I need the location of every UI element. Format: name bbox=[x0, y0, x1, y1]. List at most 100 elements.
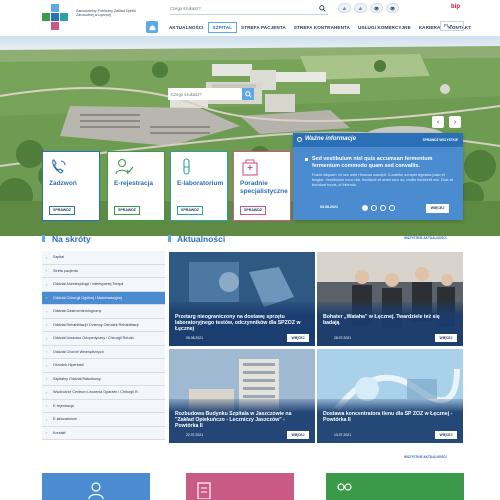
slider-dot[interactable] bbox=[380, 205, 386, 211]
chevron-right-icon: › bbox=[46, 308, 48, 314]
slider-dots bbox=[362, 205, 395, 211]
shortcut-item[interactable]: › Wschodnie Centrum Leczenia Oparzeń i Ch… bbox=[42, 386, 165, 400]
info-title: Ważne informacje bbox=[305, 136, 356, 142]
test-tube-icon bbox=[183, 158, 190, 175]
tile-label: Zadzwoń bbox=[49, 180, 77, 187]
nav-aktualnosci[interactable]: AKTUALNOŚCI bbox=[165, 22, 208, 33]
nav-strefa-pacjenta[interactable]: STREFA PACJENTA bbox=[237, 22, 290, 33]
shortcut-item[interactable]: › Oddział Urazowo-Ortopedyczny i Chirurgi… bbox=[42, 332, 165, 346]
clinic-building-icon bbox=[242, 159, 258, 176]
phone-icon bbox=[52, 159, 66, 174]
shortcut-item[interactable]: › Szpitalny Oddział Ratunkowy bbox=[42, 372, 165, 386]
tile-check-button[interactable]: SPRAWDŹ bbox=[240, 206, 266, 215]
home-icon[interactable] bbox=[146, 21, 158, 33]
news-card[interactable]: Bohater „Wataha” w Łęcznej. Twardziele t… bbox=[317, 252, 463, 346]
logo-text[interactable]: Samodzielny Publiczny Zakład Opieki Zdro… bbox=[76, 9, 146, 18]
shortcuts-title: Na skróty bbox=[52, 234, 91, 244]
slider-dot[interactable] bbox=[362, 205, 368, 211]
language-value: PL bbox=[444, 23, 449, 28]
shortcut-item[interactable]: › Ośrodek Hiperbarii bbox=[42, 359, 165, 373]
logo-icon[interactable] bbox=[42, 4, 68, 30]
tile-check-button[interactable]: SPRAWDŹ bbox=[177, 206, 203, 215]
nav-uslugi-komercyjne[interactable]: USŁUGI KOMERCYJNE bbox=[354, 22, 415, 33]
shortcut-item[interactable]: › Strefa pacjenta bbox=[42, 264, 165, 278]
font-size-large-icon[interactable]: A bbox=[354, 3, 367, 13]
chevron-right-icon: › bbox=[46, 335, 48, 341]
card-more-button[interactable]: WIĘCEJ bbox=[435, 334, 457, 342]
slider-dot[interactable] bbox=[389, 205, 395, 211]
search-icon[interactable] bbox=[242, 88, 254, 100]
shortcut-item[interactable]: › Kontakt bbox=[42, 426, 165, 440]
tile-label: E-rejestracja bbox=[114, 180, 154, 187]
section-accent bbox=[168, 235, 171, 242]
chevron-right-icon: › bbox=[46, 362, 48, 368]
font-size-icon[interactable]: A bbox=[338, 3, 351, 13]
chevron-right-icon: › bbox=[46, 322, 48, 328]
tile-e-laboratorium[interactable]: E-laboratorium SPRAWDŹ bbox=[170, 151, 228, 221]
news-card[interactable]: Rozbudowa Budynku Szpitala w Jaszczowie … bbox=[169, 349, 315, 443]
language-select[interactable]: PL ▾ bbox=[440, 21, 464, 31]
chevron-right-icon: › bbox=[46, 349, 48, 355]
shortcut-item[interactable]: › E-laboratorium bbox=[42, 413, 165, 427]
slider-dot[interactable] bbox=[371, 205, 377, 211]
news-all-link[interactable]: WSZYSTKIE AKTUALNOŚCI bbox=[404, 236, 447, 240]
slider-next-icon[interactable]: › bbox=[449, 116, 461, 128]
info-lead: Sed vestibulum nisl quis accumsan fermen… bbox=[312, 156, 433, 169]
shortcut-item[interactable]: › Oddział Chorób Wewnętrznych bbox=[42, 345, 165, 359]
user-check-icon bbox=[115, 158, 134, 175]
shortcut-item-active[interactable]: › Oddział Chirurgii Ogólnej i Małoinwazyj… bbox=[42, 291, 165, 305]
tile-check-button[interactable]: SPRAWDŹ bbox=[49, 206, 75, 215]
card-more-button[interactable]: WIĘCEJ bbox=[287, 334, 309, 342]
hero-search[interactable] bbox=[168, 88, 254, 100]
bottom-tile-blue[interactable] bbox=[42, 473, 150, 500]
card-title: Dostawa koncentratora tlenu dla SP ZOZ w… bbox=[323, 411, 453, 424]
shortcut-item[interactable]: › Oddział Anestezjologii i Intensywnej Te… bbox=[42, 278, 165, 292]
shortcut-item[interactable]: › Oddział Rehabilitacji i Dzienny Ośrodek… bbox=[42, 318, 165, 332]
chevron-right-icon: › bbox=[46, 281, 48, 287]
bip-logo[interactable]: bip bbox=[451, 4, 460, 10]
card-date: 13.07.2021 bbox=[334, 433, 351, 437]
bottom-tile-green[interactable] bbox=[326, 473, 464, 500]
chevron-right-icon: › bbox=[46, 416, 48, 422]
bottom-tile-pink[interactable] bbox=[186, 473, 294, 500]
search-input[interactable] bbox=[170, 6, 310, 11]
important-info-panel: Ważne informacje SPRAWDŹ WSZYSTKIE Sed v… bbox=[293, 133, 463, 220]
tile-poradnie[interactable]: Poradnie specjalistyczne SPRAWDŹ bbox=[233, 151, 291, 221]
card-overlay: Bohater „Wataha” w Łęcznej. Twardziele t… bbox=[317, 302, 463, 346]
search-icon[interactable] bbox=[319, 5, 326, 12]
info-more-button[interactable]: WIĘCEJ bbox=[426, 204, 449, 213]
chevron-right-icon: › bbox=[46, 430, 48, 436]
card-title: Przetarg nieograniczony na dostawę sprzę… bbox=[175, 314, 301, 333]
shortcut-item[interactable]: › Oddział Gastroenterologiczny bbox=[42, 305, 165, 319]
info-body: Sed vestibulum nisl quis accumsan fermen… bbox=[293, 147, 463, 220]
tile-label: Poradnie specjalistyczne bbox=[240, 180, 288, 195]
card-more-button[interactable]: WIĘCEJ bbox=[435, 431, 457, 439]
tile-zadzwon[interactable]: Zadzwoń SPRAWDŹ bbox=[42, 151, 100, 221]
nav-szpital[interactable]: SZPITAL bbox=[207, 21, 238, 33]
card-more-button[interactable]: WIĘCEJ bbox=[287, 431, 309, 439]
doctor-icon bbox=[88, 482, 104, 499]
chevron-right-icon: › bbox=[46, 254, 48, 260]
news-all-link-bottom[interactable]: WSZYSTKIE AKTUALNOŚCI bbox=[404, 455, 447, 459]
hero-search-input[interactable] bbox=[171, 91, 241, 97]
tile-e-rejestracja[interactable]: E-rejestracja SPRAWDŹ bbox=[107, 151, 165, 221]
shortcut-item[interactable]: › E-rejestracja bbox=[42, 399, 165, 413]
news-card[interactable]: Dostawa koncentratora tlenu dla SP ZOZ w… bbox=[317, 349, 463, 443]
document-icon bbox=[197, 482, 211, 499]
top-search[interactable] bbox=[170, 3, 328, 15]
accessibility-tools: A A 👁 👁 bbox=[338, 3, 399, 13]
info-all-link[interactable]: SPRAWDŹ WSZYSTKIE bbox=[423, 138, 458, 142]
tile-check-button[interactable]: SPRAWDŹ bbox=[114, 206, 140, 215]
contrast-icon[interactable]: 👁 bbox=[370, 3, 383, 13]
tile-label: E-laboratorium bbox=[177, 180, 224, 187]
slider-prev-icon[interactable]: ‹ bbox=[432, 116, 444, 128]
news-card[interactable]: Przetarg nieograniczony na dostawę sprzę… bbox=[169, 252, 315, 346]
card-date: 22.07.2021 bbox=[186, 433, 203, 437]
chevron-right-icon: › bbox=[46, 403, 48, 409]
high-contrast-icon[interactable]: 👁 bbox=[386, 3, 399, 13]
nav-strefa-kontrahenta[interactable]: STREFA KONTRAHENTA bbox=[290, 22, 354, 33]
shortcut-item[interactable]: › Szpital bbox=[42, 251, 165, 265]
chevron-right-icon: › bbox=[46, 376, 48, 382]
card-overlay: Rozbudowa Budynku Szpitala w Jaszczowie … bbox=[169, 399, 315, 443]
card-overlay: Dostawa koncentratora tlenu dla SP ZOZ w… bbox=[317, 399, 463, 443]
